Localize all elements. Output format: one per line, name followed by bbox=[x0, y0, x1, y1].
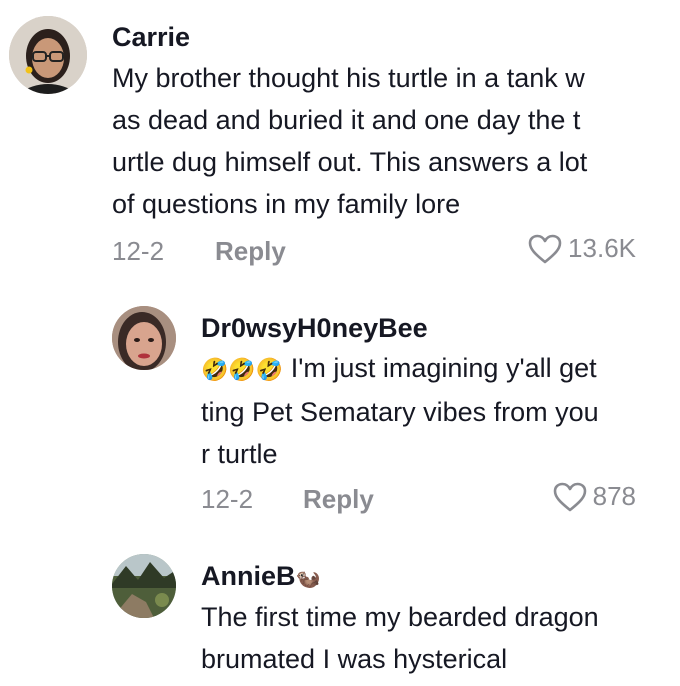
like-count: 878 bbox=[592, 481, 636, 511]
avatar-image bbox=[112, 306, 176, 370]
comment-text: My brother thought his turtle in a tank … bbox=[112, 63, 588, 219]
comment-username[interactable]: Dr0wsyH0neyBee bbox=[201, 313, 428, 344]
avatar-image bbox=[9, 16, 87, 94]
heart-icon bbox=[553, 482, 586, 511]
like-button[interactable]: 878 bbox=[553, 481, 636, 512]
comment-date: 12-2 bbox=[201, 484, 254, 514]
comment-item: Carrie My brother thought his turtle in … bbox=[0, 0, 680, 280]
avatar-image bbox=[112, 554, 176, 618]
heart-icon bbox=[528, 234, 562, 263]
reply-comment-item: Dr0wsyH0neyBee 🤣🤣🤣 I'm just imagining y'… bbox=[0, 280, 680, 540]
avatar[interactable] bbox=[112, 554, 176, 618]
reply-button[interactable]: Reply bbox=[303, 484, 374, 515]
comment-username-text: AnnieB bbox=[201, 561, 296, 591]
comment-text: The first time my bearded dragon brumate… bbox=[201, 602, 599, 674]
comment-text: 🤣🤣🤣 I'm just imagining y'all get ting Pe… bbox=[201, 347, 661, 475]
like-button[interactable]: 13.6K bbox=[528, 233, 636, 264]
like-count: 13.6K bbox=[568, 233, 636, 263]
avatar[interactable] bbox=[112, 306, 176, 370]
avatar[interactable] bbox=[9, 16, 87, 94]
emoji-laughing: 🤣🤣🤣 bbox=[201, 357, 284, 382]
otter-emoji: 🦦 bbox=[295, 568, 321, 590]
comment-username[interactable]: AnnieB🦦 bbox=[201, 561, 320, 592]
comment-username[interactable]: Carrie bbox=[112, 22, 190, 53]
reply-button[interactable]: Reply bbox=[215, 236, 286, 267]
reply-comment-item: AnnieB🦦 The first time my bearded dragon… bbox=[0, 540, 680, 686]
comment-date: 12-2 bbox=[112, 236, 165, 266]
